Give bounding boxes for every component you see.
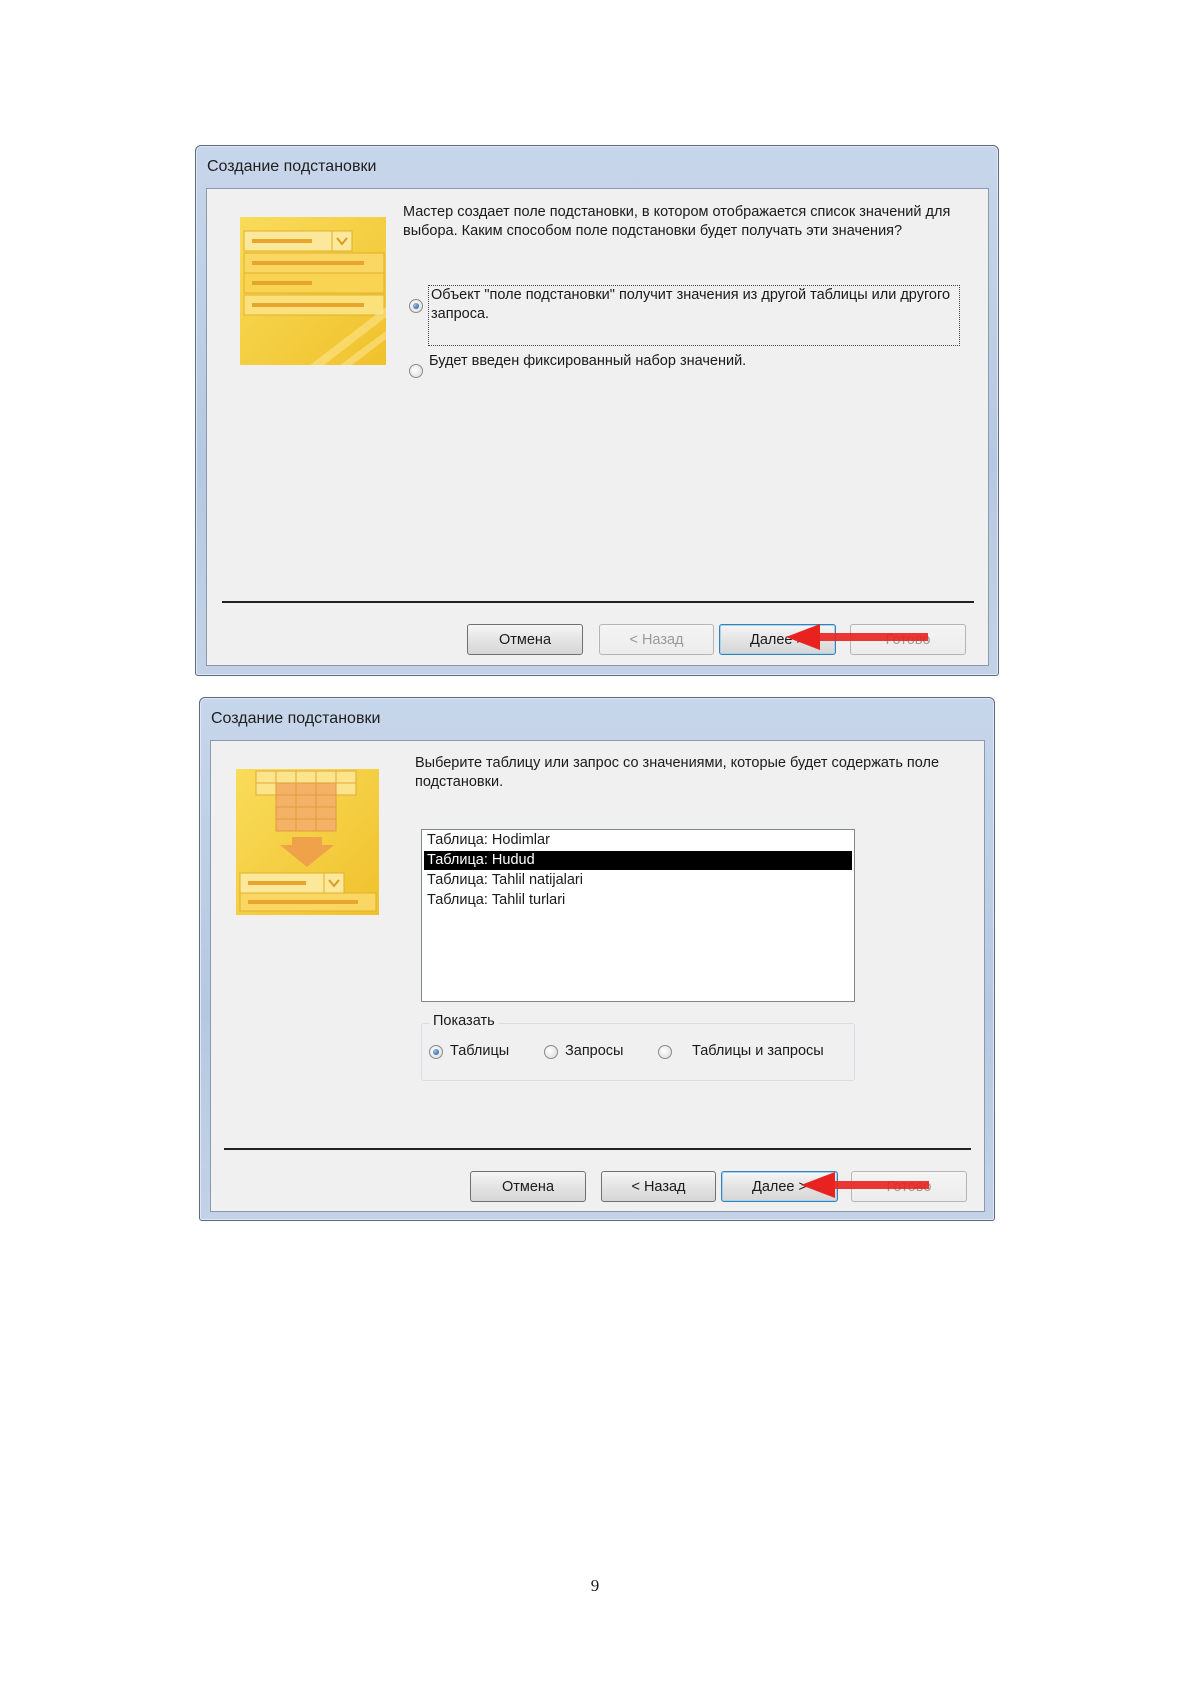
show-tables-label[interactable]: Таблицы — [450, 1042, 509, 1061]
table-list[interactable]: Таблица: Hodimlar Таблица: Hudud Таблица… — [421, 829, 855, 1002]
option-fixed-values-label[interactable]: Будет введен фиксированный набор значени… — [429, 352, 949, 371]
lookup-wizard-dialog-2: Создание подстановки Выберите таблицу ил… — [199, 697, 995, 1221]
wizard-description: Выберите таблицу или запрос со значениям… — [415, 755, 940, 790]
option-from-table-label[interactable]: Объект "поле подстановки" получит значен… — [431, 286, 955, 324]
cancel-button[interactable]: Отмена — [467, 624, 583, 655]
dialog-title: Создание подстановки — [211, 710, 381, 727]
show-queries-label[interactable]: Запросы — [565, 1042, 623, 1061]
wizard-description: Мастер создает поле подстановки, в котор… — [403, 204, 951, 239]
title-bar: Создание подстановки — [196, 146, 998, 186]
show-both-radio[interactable] — [658, 1045, 672, 1059]
lookup-wizard-dialog-1: Создание подстановки Мастер создает поле… — [195, 145, 999, 676]
show-queries-radio[interactable] — [544, 1045, 558, 1059]
option-from-table-radio[interactable] — [409, 299, 423, 313]
list-item-selected[interactable]: Таблица: Hudud — [424, 851, 852, 870]
list-item[interactable]: Таблица: Hodimlar — [424, 831, 852, 850]
list-item[interactable]: Таблица: Tahlil turlari — [424, 891, 852, 910]
wizard-body: Выберите таблицу или запрос со значениям… — [210, 740, 985, 1212]
title-bar: Создание подстановки — [200, 698, 994, 738]
lookup-field-illustration-icon — [240, 217, 386, 365]
cancel-button[interactable]: Отмена — [470, 1171, 586, 1202]
red-arrow-icon — [786, 624, 928, 650]
back-button[interactable]: < Назад — [599, 624, 714, 655]
separator-line — [224, 1148, 971, 1150]
back-button[interactable]: < Назад — [601, 1171, 716, 1202]
separator-line — [222, 601, 974, 603]
dialog-title: Создание подстановки — [207, 158, 377, 175]
option-fixed-values-radio[interactable] — [409, 364, 423, 378]
table-lookup-illustration-icon — [236, 769, 379, 915]
red-arrow-icon — [801, 1172, 929, 1198]
show-tables-radio[interactable] — [429, 1045, 443, 1059]
show-both-label[interactable]: Таблицы и запросы — [692, 1042, 824, 1061]
wizard-body: Мастер создает поле подстановки, в котор… — [206, 188, 989, 666]
show-group-legend: Показать — [429, 1012, 499, 1031]
list-item[interactable]: Таблица: Tahlil natijalari — [424, 871, 852, 890]
page-number: 9 — [590, 1576, 600, 1595]
